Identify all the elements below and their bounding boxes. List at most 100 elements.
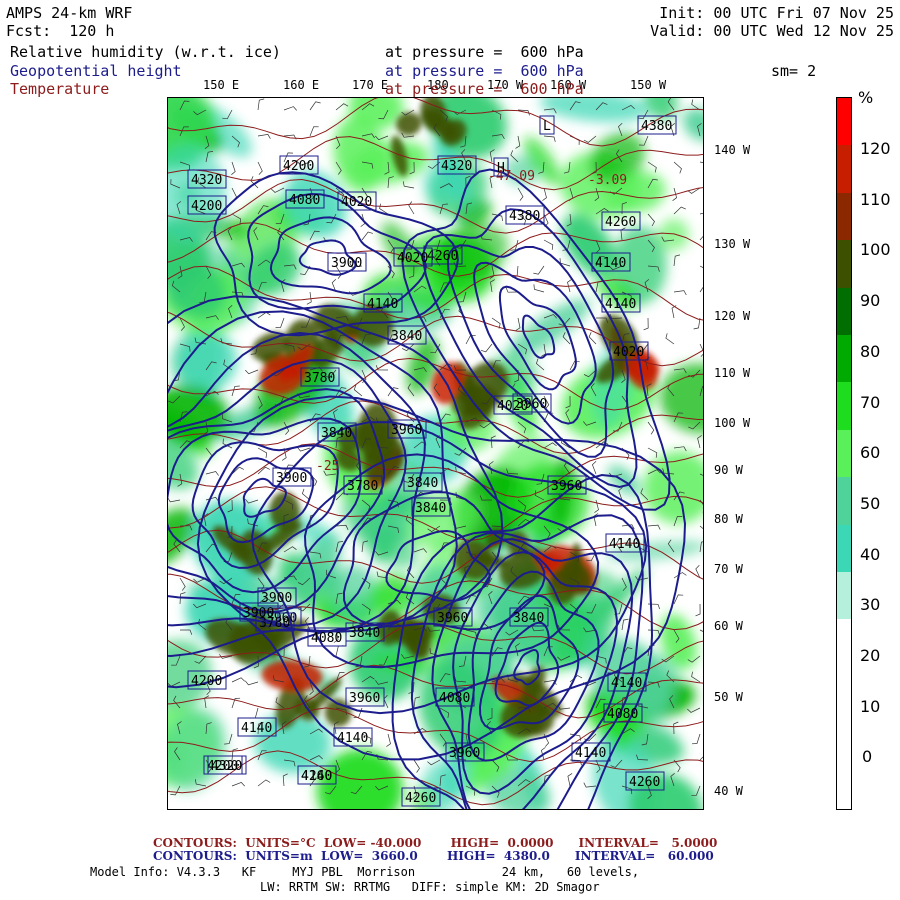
init-time: Init: 00 UTC Fri 07 Nov 25 bbox=[659, 4, 894, 22]
height-label: 3960 bbox=[547, 475, 587, 495]
colorbar-unit: % bbox=[858, 88, 874, 107]
field-level-rh: at pressure = 600 hPa bbox=[385, 43, 584, 61]
height-label: 4080 bbox=[435, 687, 475, 707]
lon-label-150w: 150 W bbox=[630, 78, 667, 92]
svg-text:4140: 4140 bbox=[301, 769, 332, 784]
smoothing-label: sm= 2 bbox=[771, 62, 817, 80]
height-label: 4380 bbox=[637, 115, 677, 135]
colorbar-tick: 60 bbox=[860, 443, 881, 463]
colorbar-band bbox=[837, 619, 851, 668]
svg-text:3960: 3960 bbox=[449, 746, 480, 761]
forecast-hour: Fcst: 120 h bbox=[6, 22, 115, 40]
colorbar-band bbox=[837, 382, 851, 431]
lon-label-160e: 160 E bbox=[283, 78, 320, 92]
svg-text:3780: 3780 bbox=[347, 479, 378, 494]
svg-text:4140: 4140 bbox=[609, 537, 640, 552]
field-name-temp: Temperature bbox=[10, 80, 110, 98]
colorbar-band bbox=[837, 287, 851, 336]
model-info-physics: LW: RRTM SW: RRTMG DIFF: simple KM: 2D S… bbox=[260, 880, 600, 894]
valid-time: Valid: 00 UTC Wed 12 Nov 25 bbox=[650, 22, 894, 40]
height-label: 4140 bbox=[297, 765, 337, 785]
colorbar-tick: 30 bbox=[860, 595, 881, 615]
svg-text:3840: 3840 bbox=[391, 329, 422, 344]
lon-label-120w: 120 W bbox=[714, 309, 751, 323]
colorbar-band bbox=[837, 429, 851, 478]
height-label: 3960 bbox=[445, 742, 485, 762]
svg-text:3900: 3900 bbox=[276, 471, 307, 486]
map-field: LH43204200 4320438042604080 40203900 4020 41… bbox=[168, 98, 703, 809]
colorbar-band bbox=[837, 761, 851, 810]
svg-text:4320: 4320 bbox=[441, 159, 472, 174]
colorbar-tick: 100 bbox=[860, 240, 891, 260]
colorbar-tick: 90 bbox=[860, 291, 881, 311]
map-panel: L H 4320 4200 4320 4380 4260 4080 4020 3900 4020 41… bbox=[167, 97, 704, 810]
svg-text:3900: 3900 bbox=[243, 606, 274, 621]
colorbar-tick: 50 bbox=[860, 493, 881, 513]
lon-label-100w: 100 W bbox=[714, 416, 751, 430]
height-label: 4320 bbox=[437, 155, 477, 175]
height-label: 4020 bbox=[609, 341, 649, 361]
svg-text:4260: 4260 bbox=[405, 791, 436, 806]
height-label: 4260 bbox=[423, 245, 463, 265]
height-label: 4200 bbox=[187, 670, 227, 690]
height-label: 3840 bbox=[345, 622, 385, 642]
svg-text:4320: 4320 bbox=[191, 173, 222, 188]
height-label: 3960 bbox=[345, 687, 385, 707]
height-label: 3780 bbox=[343, 475, 383, 495]
height-label: 4320 bbox=[207, 755, 247, 775]
height-label: 4080 bbox=[603, 703, 643, 723]
svg-text:3960: 3960 bbox=[437, 611, 468, 626]
svg-text:4020: 4020 bbox=[613, 345, 644, 360]
svg-text:4080: 4080 bbox=[311, 631, 342, 646]
height-label: 4020 bbox=[493, 395, 533, 415]
height-label: 4140 bbox=[237, 717, 277, 737]
height-label: 3900 bbox=[327, 252, 367, 272]
height-label: 4020 bbox=[393, 247, 433, 267]
colorbar-band bbox=[837, 145, 851, 194]
height-label: 4140 bbox=[571, 742, 611, 762]
height-label: 4140 bbox=[607, 672, 647, 692]
colorbar-band bbox=[837, 666, 851, 715]
height-label: 4020 bbox=[337, 191, 377, 211]
height-label: 3780 bbox=[300, 367, 340, 387]
svg-text:3900: 3900 bbox=[331, 256, 362, 271]
lon-label-70w: 70 W bbox=[714, 562, 743, 576]
colorbar-band bbox=[837, 572, 851, 620]
height-label: 4140 bbox=[363, 293, 403, 313]
svg-text:L: L bbox=[543, 119, 551, 134]
svg-text:3840: 3840 bbox=[415, 501, 446, 516]
height-label: 3900 bbox=[239, 602, 279, 622]
svg-text:3960: 3960 bbox=[551, 479, 582, 494]
lon-label-60w: 60 W bbox=[714, 619, 743, 633]
height-label: 4140 bbox=[333, 727, 373, 747]
lon-label-110w: 110 W bbox=[714, 366, 751, 380]
svg-text:3960: 3960 bbox=[349, 691, 380, 706]
height-label: 3840 bbox=[317, 422, 357, 442]
height-label: 4080 bbox=[285, 189, 325, 209]
svg-text:3840: 3840 bbox=[321, 426, 352, 441]
height-label: 4260 bbox=[625, 771, 665, 791]
lon-label-80w: 80 W bbox=[714, 512, 743, 526]
colorbar-tick: 120 bbox=[860, 139, 891, 158]
svg-text:4140: 4140 bbox=[575, 746, 606, 761]
svg-text:3840: 3840 bbox=[349, 626, 380, 641]
svg-text:4080: 4080 bbox=[439, 691, 470, 706]
svg-text:4260: 4260 bbox=[605, 215, 636, 230]
svg-text:4200: 4200 bbox=[283, 159, 314, 174]
lon-label-140w: 140 W bbox=[714, 143, 751, 157]
svg-text:4020: 4020 bbox=[397, 251, 428, 266]
colorbar-band bbox=[837, 714, 851, 763]
svg-text:4140: 4140 bbox=[241, 721, 272, 736]
height-label: 4380 bbox=[505, 205, 545, 225]
svg-text:3780: 3780 bbox=[304, 371, 335, 386]
temperature-label: -47.09 bbox=[488, 169, 535, 184]
temperature-label: -25 bbox=[316, 459, 339, 474]
svg-text:4080: 4080 bbox=[607, 707, 638, 722]
height-label: 3840 bbox=[387, 325, 427, 345]
colorbar-band bbox=[837, 192, 851, 241]
height-label: 3960 bbox=[387, 419, 427, 439]
height-label: 3900 bbox=[272, 467, 312, 487]
colorbar-tick: 0 bbox=[862, 747, 873, 767]
svg-text:4020: 4020 bbox=[341, 195, 372, 210]
colorbar-band bbox=[837, 524, 851, 573]
